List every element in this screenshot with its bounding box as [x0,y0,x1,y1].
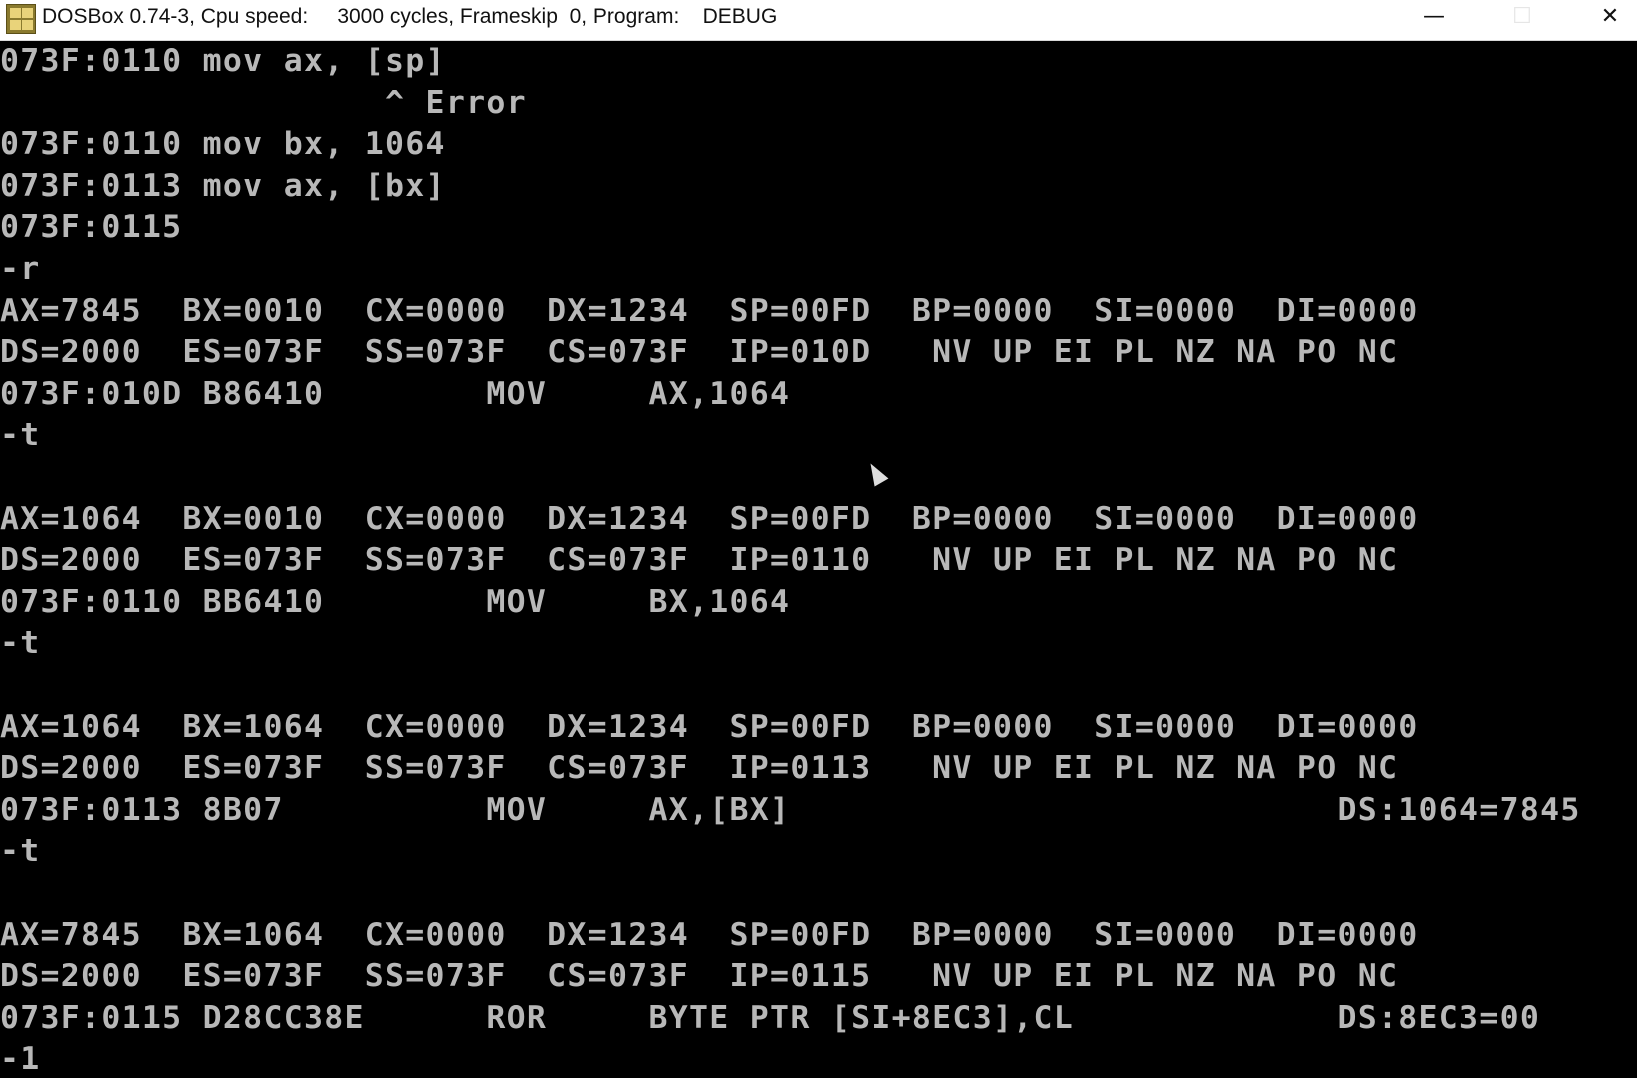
window-title: DOSBox 0.74-3, Cpu speed: 3000 cycles, F… [42,5,778,28]
console-line: DS=2000 ES=073F SS=073F CS=073F IP=0110 … [0,542,1399,579]
console-line: 073F:0113 mov ax, [bx] [0,167,446,204]
minimize-button[interactable]: — [1404,0,1464,34]
close-button[interactable]: ✕ [1585,0,1635,34]
console-line: DS=2000 ES=073F SS=073F CS=073F IP=0115 … [0,958,1399,995]
console-line: AX=1064 BX=1064 CX=0000 DX=1234 SP=00FD … [0,708,1419,745]
console-line: AX=7845 BX=0010 CX=0000 DX=1234 SP=00FD … [0,292,1419,329]
console-line: AX=1064 BX=0010 CX=0000 DX=1234 SP=00FD … [0,500,1419,537]
console-line: -t [0,833,41,870]
dosbox-app-icon [6,4,36,34]
console-line: DS=2000 ES=073F SS=073F CS=073F IP=0113 … [0,750,1399,787]
title-bar[interactable]: DOSBox 0.74-3, Cpu speed: 3000 cycles, F… [0,0,1637,41]
console-line: 073F:0110 mov ax, [sp] [0,43,446,79]
maximize-button[interactable]: ☐ [1492,0,1552,34]
console-line: -r [0,251,41,287]
console-line: -t [0,417,41,454]
console-line: -t [0,625,41,662]
console-line: 073F:0113 8B07 MOV AX,[BX] DS:1064=7845 [0,791,1581,828]
console-line: ^ Error [0,84,527,121]
console-line: -1 [0,1041,41,1078]
console-line: 073F:0110 mov bx, 1064 [0,126,446,163]
console-output[interactable]: 073F:0110 mov ax, [sp] ^ Error 073F:0110… [0,41,1637,1078]
console-line: 073F:0115 D28CC38E ROR BYTE PTR [SI+8EC3… [0,999,1541,1036]
console-line: 073F:0110 BB6410 MOV BX,1064 [0,583,791,620]
console-line: 073F:0115 [0,209,183,246]
console-line: DS=2000 ES=073F SS=073F CS=073F IP=010D … [0,334,1399,371]
console-line: AX=7845 BX=1064 CX=0000 DX=1234 SP=00FD … [0,916,1419,953]
dosbox-window: DOSBox 0.74-3, Cpu speed: 3000 cycles, F… [0,0,1637,1078]
console-line: 073F:010D B86410 MOV AX,1064 [0,375,791,412]
